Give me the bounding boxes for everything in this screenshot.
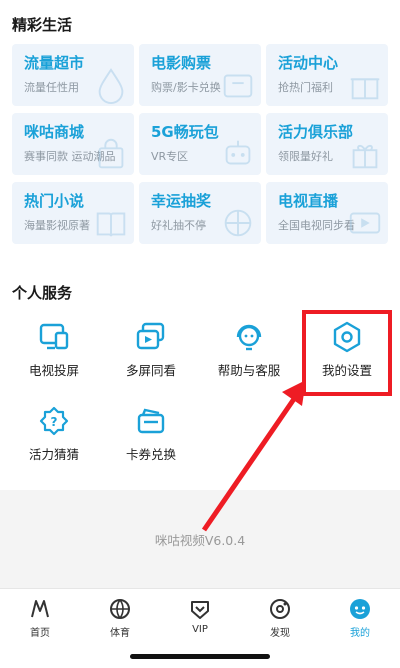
- book-icon: [96, 212, 126, 237]
- section-title-personal: 个人服务: [12, 284, 73, 302]
- ticket-icon: [223, 74, 253, 98]
- home-logo-icon: [31, 600, 49, 618]
- service-tv-cast[interactable]: 电视投屏: [4, 320, 104, 386]
- discover-icon: [270, 599, 290, 619]
- card-tv-live[interactable]: 电视直播 全国电视同步看: [266, 182, 388, 244]
- guess-question-icon: ?: [39, 406, 69, 436]
- tab-label: 发现: [270, 628, 290, 639]
- section-title-featured: 精彩生活: [12, 16, 73, 34]
- tab-discover[interactable]: 发现: [240, 589, 320, 644]
- service-guess[interactable]: ? 活力猜猜: [4, 404, 104, 470]
- service-help[interactable]: 帮助与客服: [199, 320, 299, 386]
- svg-text:?: ?: [51, 415, 58, 429]
- tv-cast-icon: [39, 323, 69, 350]
- card-vitality-club[interactable]: 活力俱乐部 领限量好礼: [266, 113, 388, 175]
- service-label: 卡券兑换: [125, 447, 176, 462]
- service-multi-screen[interactable]: 多屏同看: [101, 320, 201, 386]
- card-migu-mall[interactable]: 咪咕商城 赛事同款 运动潮品: [12, 113, 134, 175]
- bag-icon: [98, 138, 124, 169]
- lucky-wheel-icon: [224, 209, 252, 237]
- profile-face-icon: [350, 599, 370, 619]
- card-movie-tickets[interactable]: 电影购票 购票/影卡兑换: [139, 44, 261, 106]
- card-hot-novels[interactable]: 热门小说 海量影视原著: [12, 182, 134, 244]
- tab-sports[interactable]: 体育: [80, 589, 160, 644]
- tab-label: 我的: [350, 628, 370, 639]
- customer-service-icon: [236, 324, 262, 351]
- basketball-icon: [110, 599, 130, 619]
- card-5g-pack[interactable]: 5G畅玩包 VR专区: [139, 113, 261, 175]
- gift-box-icon: [352, 144, 378, 169]
- app-version: 咪咕视频V6.0.4: [154, 533, 246, 548]
- card-lucky-draw[interactable]: 幸运抽奖 好礼抽不停: [139, 182, 261, 244]
- tab-vip[interactable]: VIP: [160, 589, 240, 644]
- coupon-card-icon: [137, 408, 165, 434]
- robot-icon: [225, 140, 251, 165]
- tab-label: 首页: [30, 628, 50, 639]
- tab-label: 体育: [110, 628, 130, 639]
- card-activity-center[interactable]: 活动中心 抢热门福利: [266, 44, 388, 106]
- service-label: 帮助与客服: [217, 363, 281, 378]
- tab-mine[interactable]: 我的: [320, 589, 400, 644]
- service-label: 活力猜猜: [28, 447, 79, 462]
- gift-icon: [350, 78, 380, 100]
- card-traffic-market[interactable]: 流量超市 流量任性用: [12, 44, 134, 106]
- bottom-tab-bar: 首页 体育 VIP 发现 我的: [0, 588, 400, 644]
- tab-home[interactable]: 首页: [0, 589, 80, 644]
- service-label: 多屏同看: [125, 363, 176, 378]
- service-coupon[interactable]: 卡券兑换: [101, 404, 201, 470]
- service-label: 电视投屏: [28, 363, 79, 378]
- multi-screen-icon: [136, 322, 165, 350]
- vip-diamond-icon: [191, 601, 209, 619]
- annotation-highlight-box: [302, 310, 392, 396]
- featured-card-grid: 流量超市 流量任性用 电影购票 购票/影卡兑换 活动中心 抢热门福利 咪咕商城 …: [12, 44, 388, 244]
- tab-label: VIP: [192, 624, 208, 635]
- water-drop-icon: [98, 68, 124, 104]
- home-indicator[interactable]: [130, 654, 270, 659]
- live-tv-icon: [349, 212, 381, 234]
